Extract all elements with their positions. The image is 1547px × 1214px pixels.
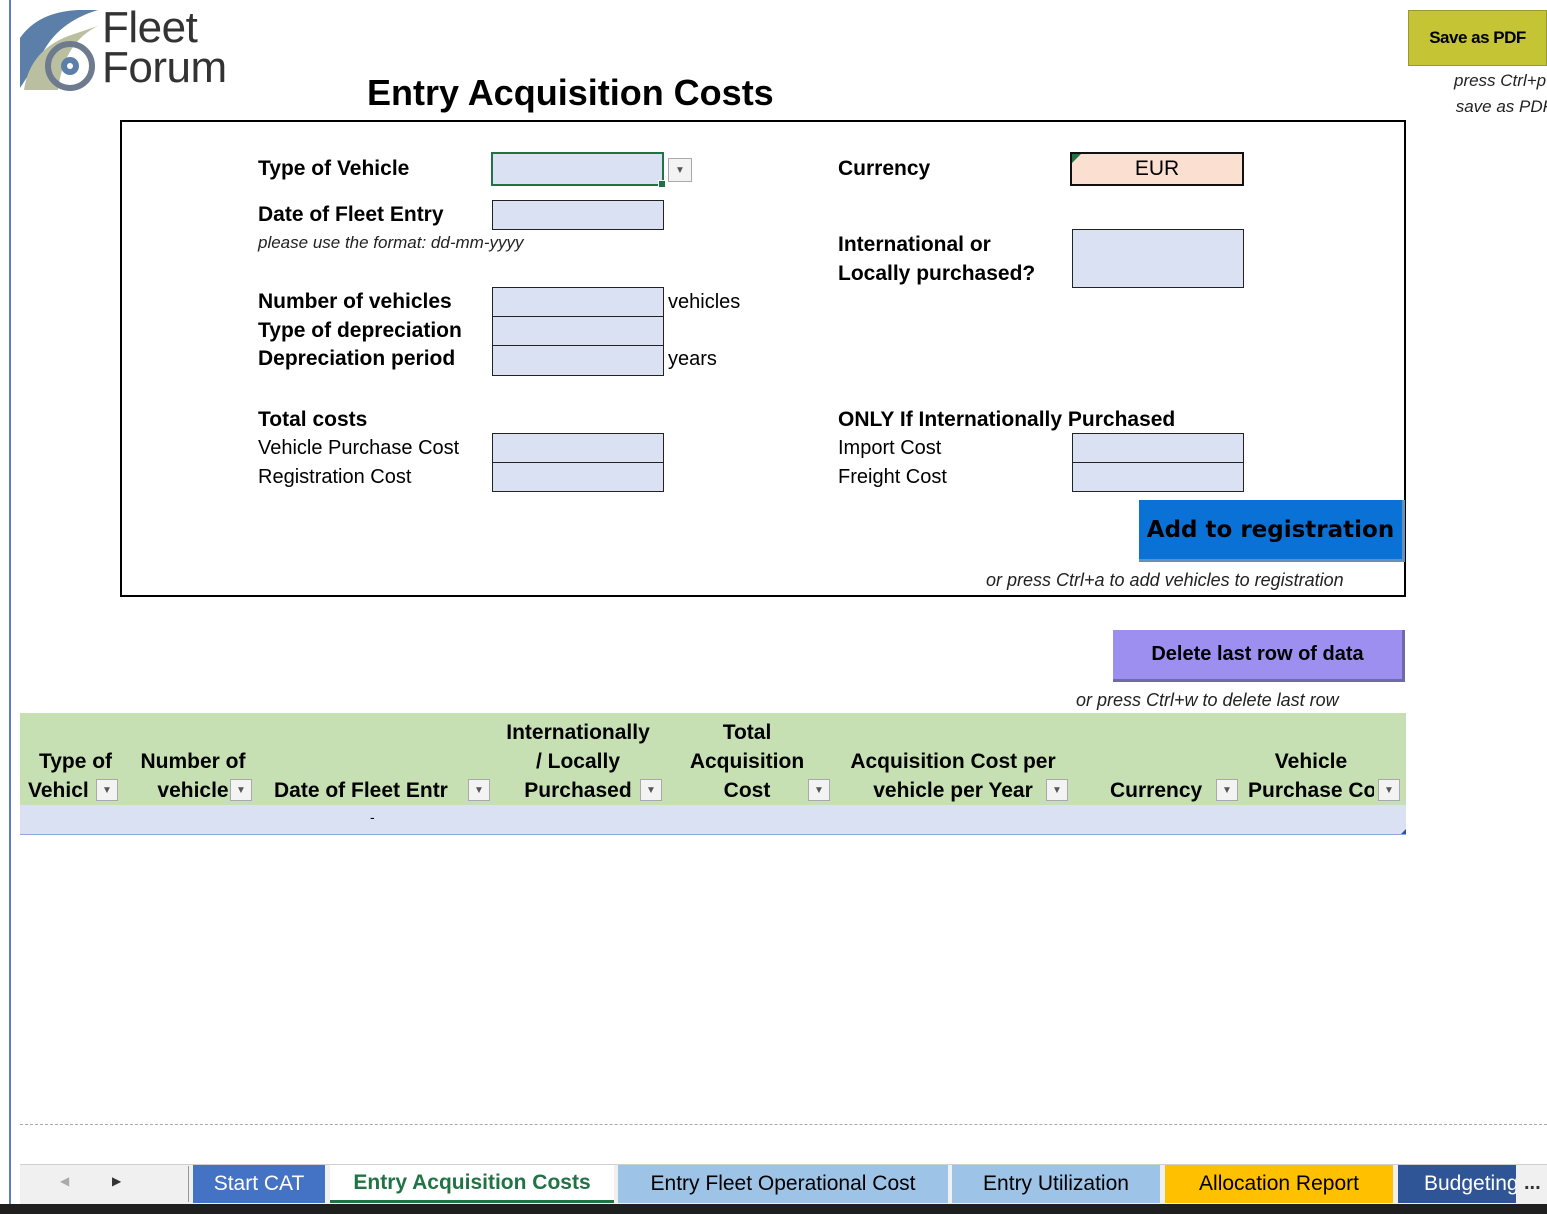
chevron-down-icon: ▼ <box>675 164 685 176</box>
header-intl-local: Internationally / Locally Purchased <box>506 721 650 802</box>
window-bottom-strip <box>0 1204 1547 1214</box>
years-unit: years <box>668 348 717 370</box>
intl-or-local-label-2: Locally purchased? <box>838 262 1036 285</box>
wheel-icon <box>20 10 98 91</box>
depreciation-period-input[interactable] <box>492 345 664 376</box>
intl-or-local-label-1: International or <box>838 233 991 256</box>
save-pdf-hint-line1: press Ctrl+p to <box>1453 71 1547 90</box>
intl-or-local-input[interactable] <box>1072 229 1244 288</box>
type-of-vehicle-input[interactable] <box>491 152 666 188</box>
tab-entry-utilization[interactable]: Entry Utilization <box>952 1165 1160 1203</box>
type-of-depreciation-input[interactable] <box>492 316 664 346</box>
table-header-row: Type of Vehicl ▼ Number of vehicle ▼ Date … <box>20 713 1406 805</box>
filter-currency[interactable]: ▼ <box>1216 779 1238 801</box>
save-as-pdf-button[interactable]: Save as PDF <box>1408 10 1547 66</box>
tab-allocation-report[interactable]: Allocation Report <box>1165 1165 1393 1203</box>
import-cost-label: Import Cost <box>838 437 942 459</box>
delete-hint: or press Ctrl+w to delete last row <box>1076 690 1339 710</box>
chevron-down-icon: ▼ <box>102 784 112 796</box>
save-pdf-hint-line2: save as PDF <box>1455 97 1547 116</box>
tab-budgeting[interactable]: Budgeting <box>1398 1165 1516 1203</box>
filter-type-of-vehicle[interactable]: ▼ <box>96 779 118 801</box>
filter-date-of-fleet-entry[interactable]: ▼ <box>468 779 490 801</box>
table-resize-handle[interactable] <box>1401 829 1406 834</box>
window-left-border <box>0 0 11 1214</box>
next-sheet-icon[interactable]: ▶ <box>112 1174 121 1188</box>
save-pdf-hint: press Ctrl+p to save as PDF <box>1405 68 1547 120</box>
chevron-down-icon: ▼ <box>236 784 246 796</box>
total-costs-label: Total costs <box>258 408 368 431</box>
logo-line-2: Forum <box>102 43 227 92</box>
filter-cost-per-vehicle[interactable]: ▼ <box>1046 779 1068 801</box>
more-tabs-button[interactable]: ... <box>1524 1172 1541 1195</box>
delete-last-row-button[interactable]: Delete last row of data <box>1113 630 1405 682</box>
header-cost-per-vehicle: Acquisition Cost per vehicle per Year <box>850 750 1056 802</box>
only-if-intl-label: ONLY If Internationally Purchased <box>838 408 1176 431</box>
filter-intl-local[interactable]: ▼ <box>640 779 662 801</box>
tab-divider <box>188 1166 189 1202</box>
chevron-down-icon: ▼ <box>474 784 484 796</box>
page-title: Entry Acquisition Costs <box>367 72 774 113</box>
vehicle-purchase-cost-input[interactable] <box>492 433 664 463</box>
add-to-registration-button[interactable]: Add to registration <box>1139 500 1405 562</box>
freight-cost-label: Freight Cost <box>838 466 947 488</box>
vehicle-purchase-cost-label: Vehicle Purchase Cost <box>258 437 460 459</box>
currency-input[interactable]: EUR <box>1070 152 1244 186</box>
header-date-of-fleet-entry: Date of Fleet Entr <box>274 779 448 802</box>
filter-total-acquisition-cost[interactable]: ▼ <box>808 779 830 801</box>
filter-number-of-vehicles[interactable]: ▼ <box>230 779 252 801</box>
freight-cost-input[interactable] <box>1072 462 1244 492</box>
number-of-vehicles-input[interactable] <box>492 287 664 317</box>
chevron-down-icon: ▼ <box>814 784 824 796</box>
tab-entry-acquisition-costs[interactable]: Entry Acquisition Costs <box>330 1165 614 1203</box>
tab-start-cat[interactable]: Start CAT <box>193 1165 325 1203</box>
type-of-vehicle-dropdown[interactable]: ▼ <box>668 158 692 182</box>
number-of-vehicles-label: Number of vehicles <box>258 290 452 313</box>
import-cost-input[interactable] <box>1072 433 1244 463</box>
vehicles-unit: vehicles <box>668 291 741 313</box>
registration-cost-input[interactable] <box>492 462 664 492</box>
logo-line-1: Fleet <box>102 3 198 52</box>
currency-value: EUR <box>1134 157 1180 180</box>
header-vehicle-purchase-cost: Vehicle Purchase Co <box>1248 750 1374 802</box>
date-of-fleet-entry-label: Date of Fleet Entry <box>258 203 444 226</box>
row-placeholder: - <box>370 809 375 825</box>
page-break-line <box>20 1124 1547 1125</box>
add-hint: or press Ctrl+a to add vehicles to regis… <box>986 570 1344 590</box>
tab-entry-fleet-operational-cost[interactable]: Entry Fleet Operational Cost <box>618 1165 948 1203</box>
currency-label: Currency <box>838 157 931 180</box>
chevron-down-icon: ▼ <box>1222 784 1232 796</box>
date-of-fleet-entry-input[interactable] <box>492 200 664 230</box>
chevron-down-icon: ▼ <box>1384 784 1394 796</box>
depreciation-period-label: Depreciation period <box>258 347 456 370</box>
header-currency: Currency <box>1110 779 1203 802</box>
date-format-hint: please use the format: dd-mm-yyyy <box>258 233 524 252</box>
chevron-down-icon: ▼ <box>646 784 656 796</box>
chevron-down-icon: ▼ <box>1052 784 1062 796</box>
type-of-vehicle-label: Type of Vehicle <box>258 157 410 180</box>
type-of-depreciation-label: Type of depreciation <box>258 319 462 342</box>
fleet-forum-logo: Fleet Forum <box>18 3 258 94</box>
header-total-acquisition-cost: Total Acquisition Cost <box>689 721 805 802</box>
filter-vehicle-purchase-cost[interactable]: ▼ <box>1378 779 1400 801</box>
registration-cost-label: Registration Cost <box>258 466 412 488</box>
table-row[interactable]: - <box>20 805 1406 835</box>
prev-sheet-icon[interactable]: ◀ <box>60 1174 69 1188</box>
